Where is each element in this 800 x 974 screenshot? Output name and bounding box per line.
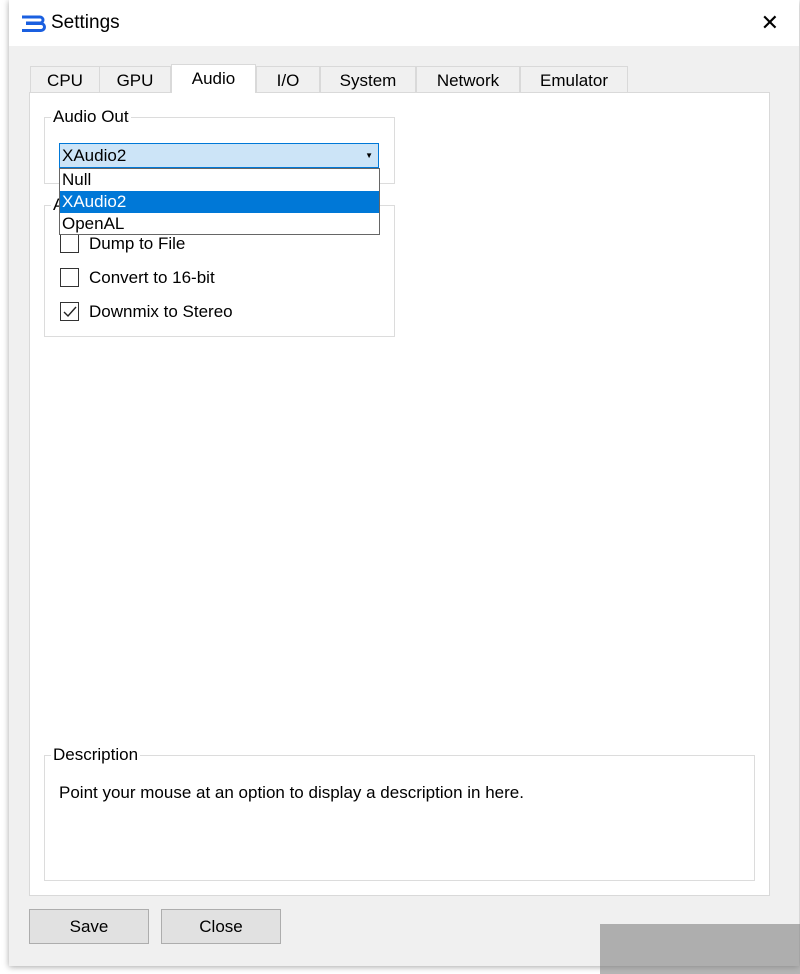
tab-system[interactable]: System	[320, 66, 416, 92]
watermark-logo	[600, 924, 800, 974]
description-label: Description	[51, 745, 141, 765]
save-button[interactable]: Save	[29, 909, 149, 944]
option-xaudio2[interactable]: XAudio2	[60, 191, 379, 213]
chevron-down-icon: ▼	[365, 151, 373, 160]
dump-to-file-checkbox[interactable]	[60, 234, 79, 253]
downmix-stereo-checkbox[interactable]	[60, 302, 79, 321]
convert-16bit-checkbox[interactable]	[60, 268, 79, 287]
description-text: Point your mouse at an option to display…	[59, 783, 524, 802]
tab-cpu[interactable]: CPU	[30, 66, 100, 92]
tab-gpu[interactable]: GPU	[99, 66, 171, 92]
audio-out-combobox[interactable]: XAudio2 ▼	[59, 143, 379, 168]
dump-to-file-label: Dump to File	[89, 234, 186, 253]
audio-out-dropdown: Null XAudio2 OpenAL	[59, 168, 380, 235]
option-null[interactable]: Null	[60, 169, 379, 191]
close-icon[interactable]: ✕	[761, 10, 779, 36]
audio-out-label: Audio Out	[51, 107, 131, 127]
combo-value: XAudio2	[62, 146, 127, 165]
option-openal[interactable]: OpenAL	[60, 213, 379, 235]
tab-audio[interactable]: Audio	[171, 64, 256, 93]
title-bar: Settings ✕	[9, 0, 799, 46]
tab-network[interactable]: Network	[416, 66, 520, 92]
settings-window: Settings ✕ CPU GPU Audio I/O System Netw…	[9, 0, 799, 966]
app-logo-icon	[22, 15, 46, 32]
convert-16bit-label: Convert to 16-bit	[89, 268, 215, 287]
close-button[interactable]: Close	[161, 909, 281, 944]
window-title: Settings	[51, 12, 120, 33]
tab-emulator[interactable]: Emulator	[520, 66, 628, 92]
description-group: Description Point your mouse at an optio…	[44, 745, 755, 881]
checkmark-icon	[63, 306, 77, 318]
tab-io[interactable]: I/O	[256, 66, 320, 92]
downmix-stereo-label: Downmix to Stereo	[89, 302, 233, 321]
